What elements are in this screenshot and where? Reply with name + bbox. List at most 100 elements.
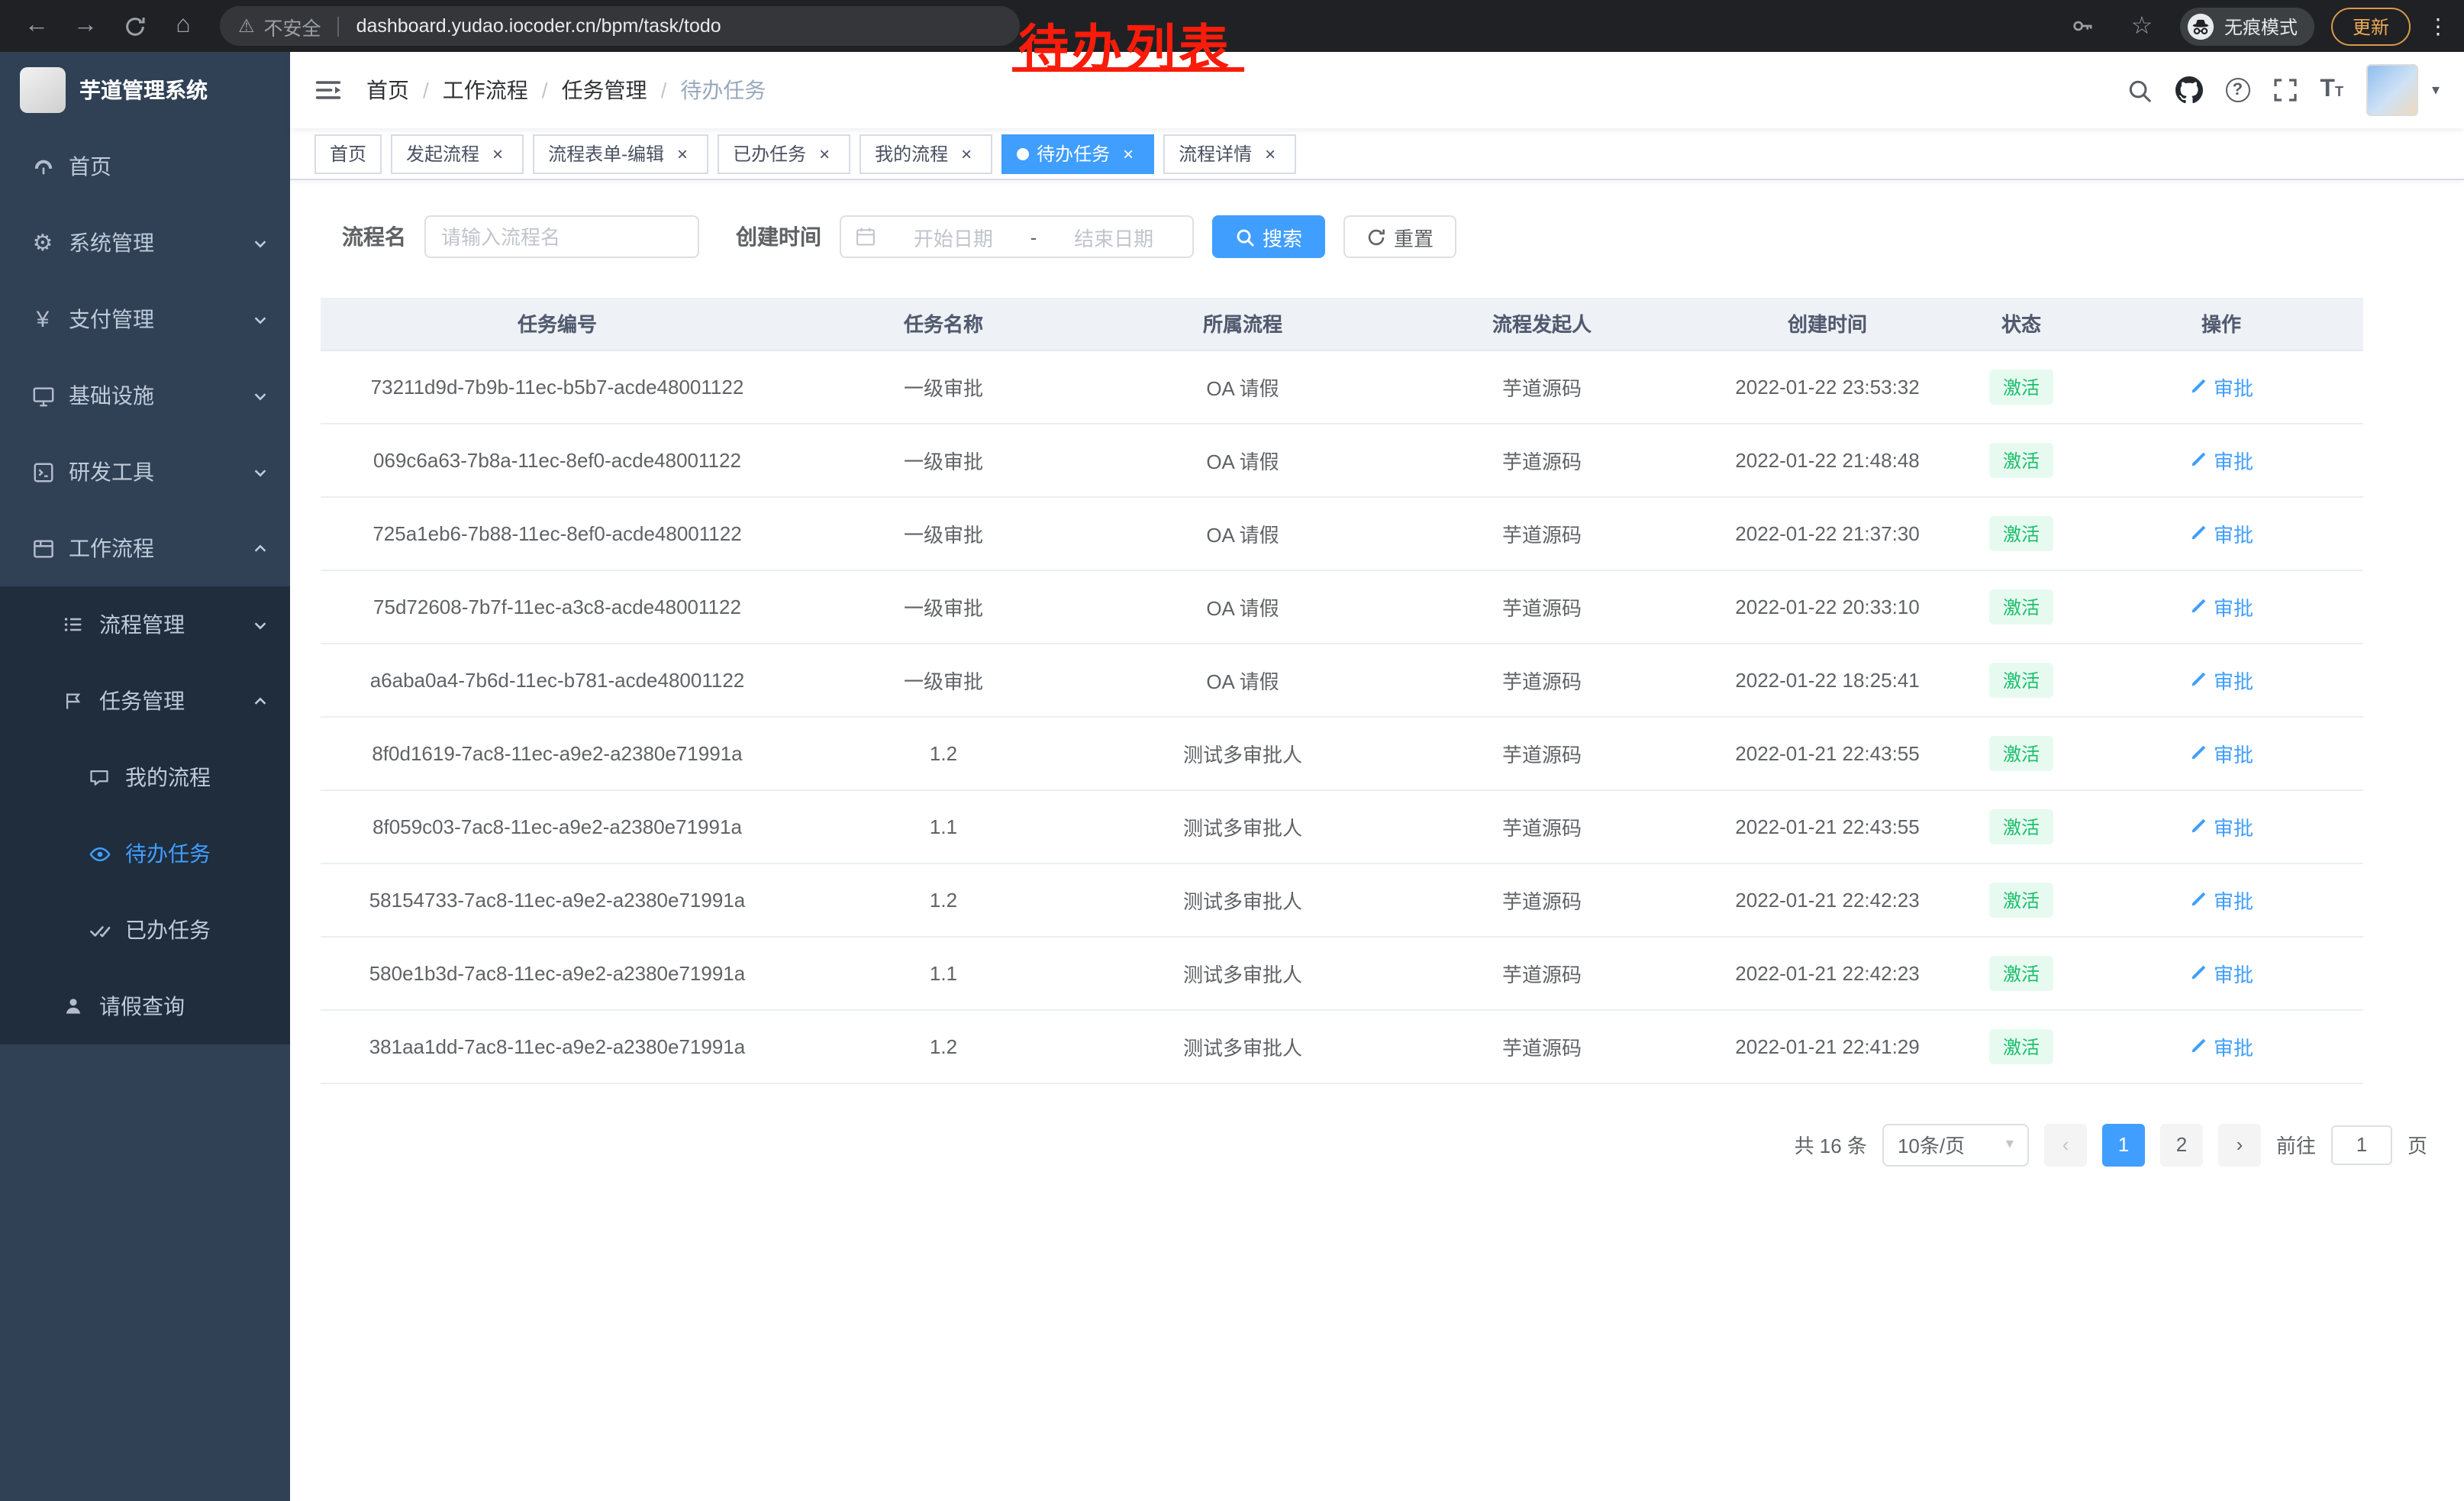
sidebar-item-workflow[interactable]: 工作流程 (0, 510, 290, 586)
audit-link[interactable]: 审批 (2189, 592, 2253, 621)
cell-task-name: 一级审批 (794, 570, 1093, 643)
prev-page-button[interactable]: ‹ (2044, 1123, 2087, 1166)
cell-process: OA 请假 (1093, 496, 1392, 570)
cell-process: 测试多审批人 (1093, 1009, 1392, 1083)
tab-close-icon[interactable]: × (1259, 143, 1281, 164)
reload-icon[interactable] (113, 5, 156, 47)
search-icon[interactable] (2126, 77, 2152, 103)
help-icon[interactable]: ? (2225, 78, 2250, 102)
tab-done-tasks[interactable]: 已办任务 × (718, 134, 850, 173)
audit-link[interactable]: 审批 (2189, 812, 2253, 841)
sidebar-item-leave-query[interactable]: 请假查询 (0, 968, 290, 1044)
cell-created: 2022-01-21 22:41:29 (1692, 1009, 1963, 1083)
cell-task-name: 一级审批 (794, 496, 1093, 570)
browser-update-button[interactable]: 更新 (2331, 7, 2411, 45)
fullscreen-icon[interactable] (2272, 78, 2297, 102)
browser-menu-icon[interactable]: ⋮ (2427, 13, 2449, 39)
breadcrumb-workflow[interactable]: 工作流程 (443, 75, 528, 105)
reset-button[interactable]: 重置 (1343, 215, 1456, 258)
audit-link[interactable]: 审批 (2189, 738, 2253, 767)
col-status: 状态 (1963, 298, 2079, 350)
cell-actions: 审批 (2079, 936, 2363, 1009)
audit-link[interactable]: 审批 (2189, 518, 2253, 547)
tab-process-form-edit[interactable]: 流程表单-编辑 × (533, 134, 708, 173)
cell-created: 2022-01-21 22:42:23 (1692, 936, 1963, 1009)
cell-task-id: 069c6a63-7b8a-11ec-8ef0-acde48001122 (321, 423, 794, 496)
tab-home[interactable]: 首页 (314, 134, 382, 173)
avatar-caret-down-icon[interactable]: ▾ (2432, 82, 2440, 98)
audit-link[interactable]: 审批 (2189, 372, 2253, 401)
not-secure-label[interactable]: 不安全 (264, 11, 321, 40)
tab-label: 流程表单-编辑 (548, 140, 664, 166)
address-bar[interactable]: ⚠ 不安全 dashboard.yudao.iocoder.cn/bpm/tas… (220, 6, 1020, 46)
eye-icon (87, 842, 111, 865)
col-actions: 操作 (2079, 298, 2363, 350)
sidebar-item-home[interactable]: 首页 (0, 128, 290, 205)
sidebar-item-system-mgmt[interactable]: ⚙ 系统管理 (0, 205, 290, 281)
tab-close-icon[interactable]: × (672, 143, 693, 164)
sidebar-logo[interactable]: 芋道管理系统 (0, 52, 290, 128)
chevron-up-icon (252, 540, 269, 557)
screen: ← → ⌂ ⚠ 不安全 dashboard.yudao.iocoder.cn/b… (0, 0, 2464, 1501)
search-button[interactable]: 搜索 (1212, 215, 1325, 258)
url-text[interactable]: dashboard.yudao.iocoder.cn/bpm/task/todo (356, 15, 721, 37)
github-icon[interactable] (2175, 76, 2202, 104)
goto-page-input[interactable] (2331, 1125, 2392, 1164)
cell-initiator: 芋道源码 (1392, 1009, 1692, 1083)
page-button-2[interactable]: 2 (2160, 1123, 2203, 1166)
tab-close-icon[interactable]: × (956, 143, 977, 164)
sidebar-item-infrastructure[interactable]: 基础设施 (0, 357, 290, 434)
cell-created: 2022-01-21 22:43:55 (1692, 789, 1963, 863)
tab-todo-tasks[interactable]: 待办任务 × (1001, 134, 1154, 173)
status-badge: 激活 (1989, 882, 2053, 917)
cell-actions: 审批 (2079, 350, 2363, 423)
font-size-icon[interactable]: TT (2320, 76, 2343, 104)
sidebar-item-payment-mgmt[interactable]: ¥ 支付管理 (0, 281, 290, 357)
page-size-select[interactable]: 10条/页 ▾ (1882, 1123, 2029, 1166)
sidebar-item-label: 系统管理 (69, 228, 154, 258)
audit-link[interactable]: 审批 (2189, 885, 2253, 914)
tab-close-icon[interactable]: × (487, 143, 508, 164)
sidebar-item-done-tasks[interactable]: 已办任务 (0, 892, 290, 968)
todo-task-table: 任务编号 任务名称 所属流程 流程发起人 创建时间 状态 操作 73211d9d… (321, 298, 2363, 1083)
edit-icon (2189, 1037, 2208, 1055)
sidebar-item-label: 研发工具 (69, 457, 154, 487)
password-key-icon[interactable] (2061, 5, 2104, 47)
sidebar-item-my-process[interactable]: 我的流程 (0, 739, 290, 815)
sidebar-item-task-mgmt[interactable]: 任务管理 (0, 663, 290, 739)
tab-my-process[interactable]: 我的流程 × (859, 134, 992, 173)
cell-task-id: 381aa1dd-7ac8-11ec-a9e2-a2380e71991a (321, 1009, 794, 1083)
not-secure-warning-icon: ⚠ (238, 15, 255, 37)
page-button-1[interactable]: 1 (2102, 1123, 2145, 1166)
bookmark-star-icon[interactable]: ☆ (2121, 5, 2163, 47)
audit-link[interactable]: 审批 (2189, 1031, 2253, 1060)
cell-created: 2022-01-22 23:53:32 (1692, 350, 1963, 423)
process-name-input[interactable] (424, 215, 699, 258)
avatar[interactable] (2366, 64, 2418, 116)
breadcrumb-current: 待办任务 (680, 75, 766, 105)
breadcrumb-home[interactable]: 首页 (366, 75, 409, 105)
cell-status: 激活 (1963, 643, 2079, 716)
tab-start-process[interactable]: 发起流程 × (391, 134, 524, 173)
tab-process-detail[interactable]: 流程详情 × (1163, 134, 1296, 173)
edit-icon (2189, 817, 2208, 835)
tab-close-icon[interactable]: × (814, 143, 835, 164)
forward-icon[interactable]: → (64, 5, 107, 47)
back-icon[interactable]: ← (15, 5, 58, 47)
cell-status: 激活 (1963, 936, 2079, 1009)
next-page-button[interactable]: › (2218, 1123, 2261, 1166)
cell-actions: 审批 (2079, 496, 2363, 570)
sidebar-item-process-mgmt[interactable]: 流程管理 (0, 586, 290, 663)
audit-link[interactable]: 审批 (2189, 445, 2253, 474)
filter-bar: 流程名 创建时间 开始日期 - 结束日期 搜索 重置 (342, 215, 2433, 258)
tab-close-icon[interactable]: × (1118, 143, 1139, 164)
cell-task-name: 1.2 (794, 863, 1093, 936)
date-range-picker[interactable]: 开始日期 - 结束日期 (840, 215, 1194, 258)
sidebar-item-todo-tasks[interactable]: 待办任务 (0, 815, 290, 892)
breadcrumb-task-mgmt[interactable]: 任务管理 (562, 75, 647, 105)
home-icon[interactable]: ⌂ (162, 5, 205, 47)
audit-link[interactable]: 审批 (2189, 665, 2253, 694)
sidebar-item-dev-tools[interactable]: 研发工具 (0, 434, 290, 510)
audit-link[interactable]: 审批 (2189, 958, 2253, 987)
hamburger-icon[interactable] (314, 76, 342, 104)
